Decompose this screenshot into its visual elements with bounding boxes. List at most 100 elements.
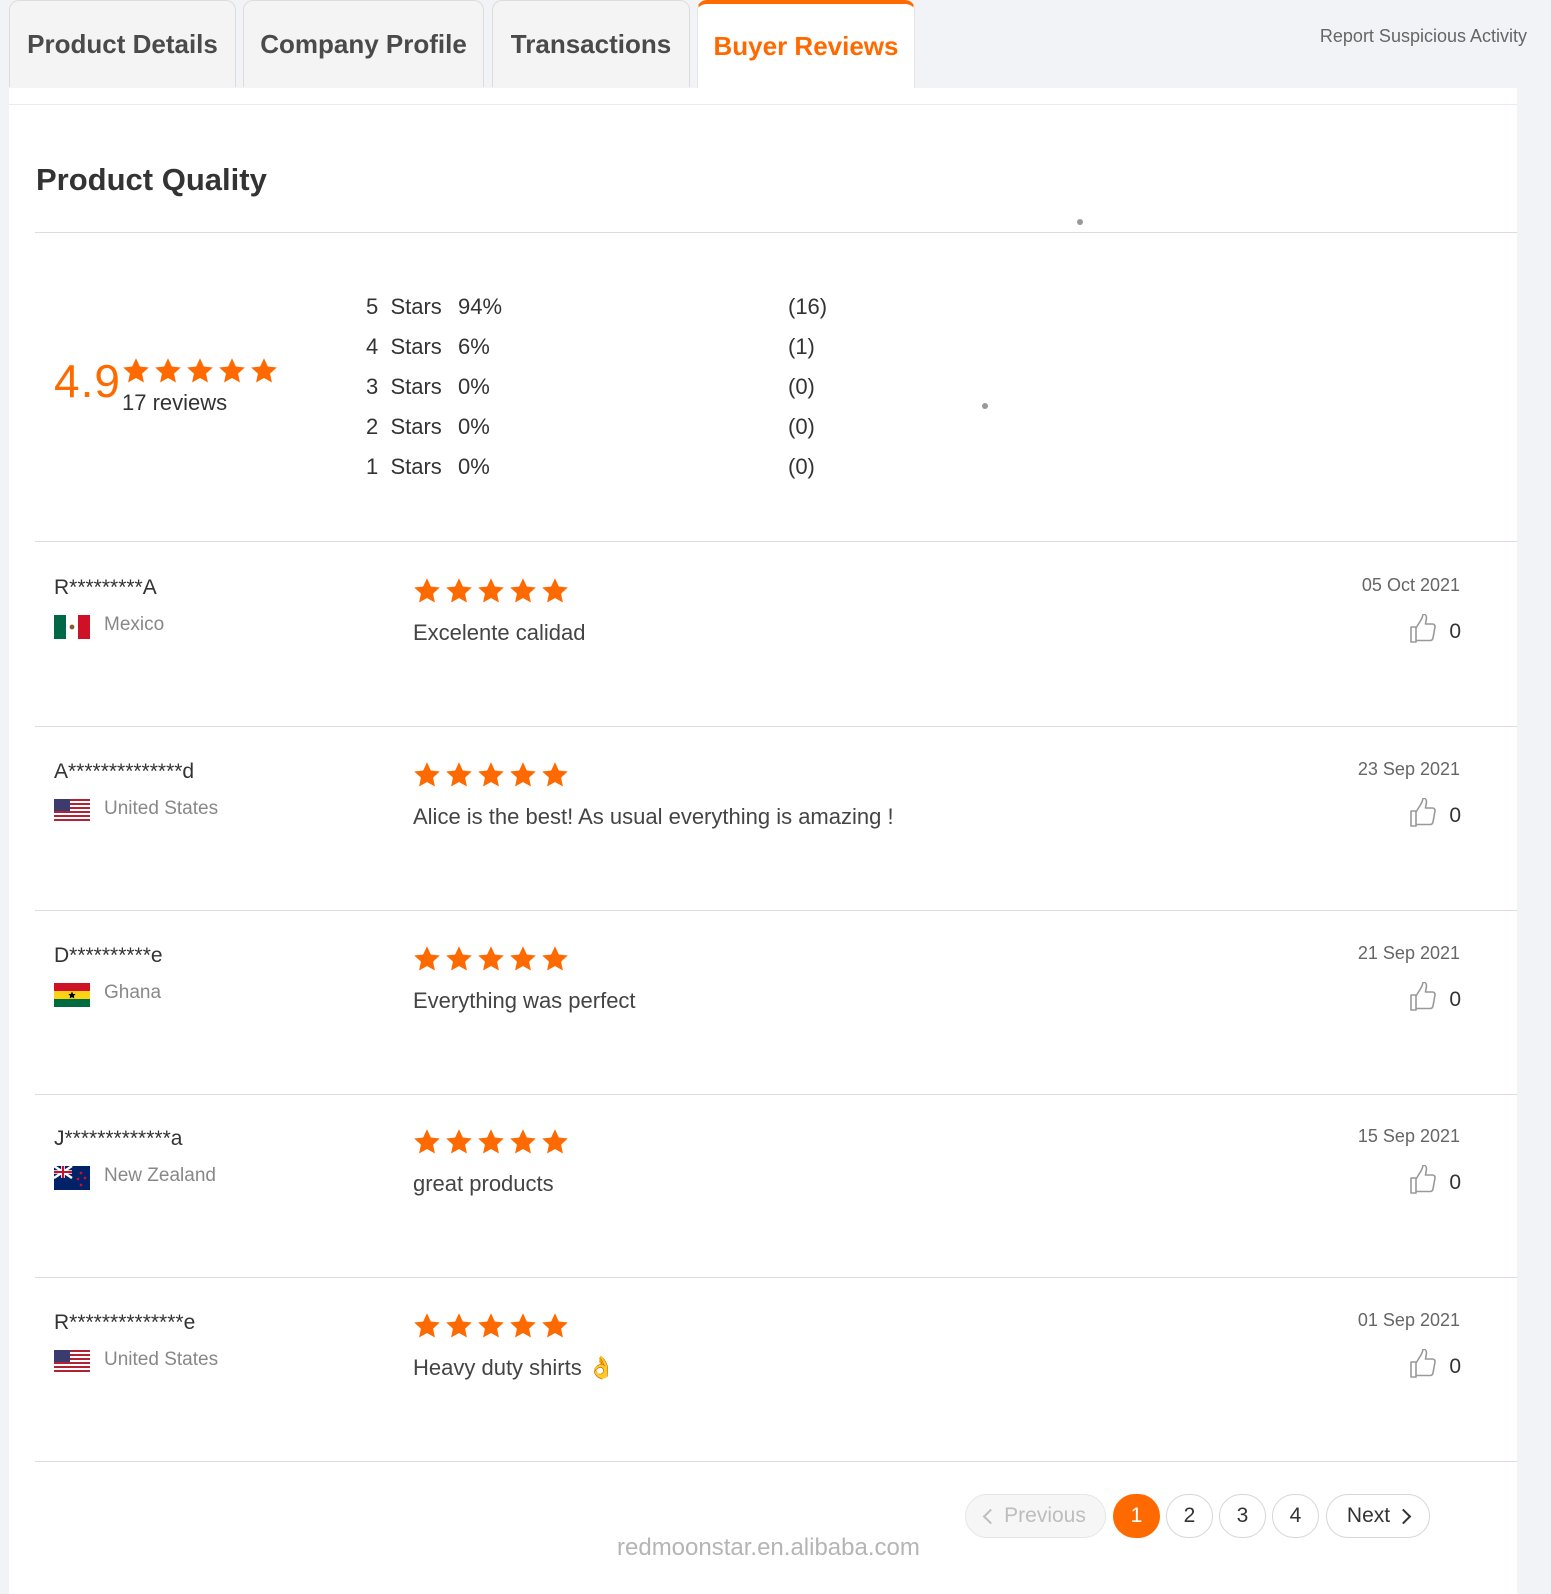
star-icon [508, 1311, 538, 1346]
star-icon [476, 944, 506, 979]
average-rating: 4.9 [54, 355, 121, 407]
usa-flag-icon [54, 799, 90, 823]
thumbs-up-icon [1409, 1348, 1437, 1385]
tab-label: Company Profile [260, 28, 467, 59]
report-suspicious-activity-link[interactable]: Report Suspicious Activity [1320, 26, 1527, 47]
review-date: 05 Oct 2021 [1361, 575, 1460, 595]
next-page-button[interactable]: Next [1326, 1494, 1430, 1538]
helpful-count: 0 [1449, 988, 1461, 1011]
rating-percent: 0% [458, 454, 490, 479]
review-comment: Everything was perfect [413, 988, 636, 1013]
rating-percent: 0% [458, 374, 490, 399]
rating-count: (0) [788, 374, 815, 399]
star-icon [476, 576, 506, 611]
thumbs-up-icon [1409, 981, 1437, 1018]
star-icon [508, 944, 538, 979]
page-number: 1 [1130, 1504, 1143, 1527]
page-number: 4 [1289, 1504, 1302, 1527]
helpful-button[interactable]: 0 [1409, 1164, 1461, 1201]
rating-distribution-row: 3 Stars 0% (0) [366, 368, 866, 408]
star-icon [476, 760, 506, 795]
helpful-button[interactable]: 0 [1409, 797, 1461, 834]
review-date: 01 Sep 2021 [1357, 1310, 1460, 1330]
next-label: Next [1346, 1504, 1391, 1527]
loading-dot [1077, 219, 1083, 225]
tab-label: Product Details [27, 28, 218, 59]
star-icon [153, 356, 183, 391]
review-date: 23 Sep 2021 [1357, 759, 1460, 779]
mexico-flag-icon [54, 615, 90, 639]
star-icon [540, 1311, 570, 1346]
rating-level-label: 1 Stars [366, 454, 442, 479]
star-icon [540, 944, 570, 979]
star-icon [508, 760, 538, 795]
rating-percent: 0% [458, 414, 490, 439]
star-icon [540, 1127, 570, 1162]
review-stars [412, 944, 570, 979]
star-icon [508, 1127, 538, 1162]
thumbs-up-icon [1409, 797, 1437, 834]
thumbs-up-icon [1409, 1164, 1437, 1201]
rating-distribution-row: 5 Stars 94% (16) [366, 288, 866, 328]
tab-bar: Product Details Company Profile Transact… [0, 0, 1551, 88]
review-item: D**********e Ghana Everything was perfect 2… [35, 910, 1517, 1094]
page-2-button[interactable]: 2 [1166, 1494, 1213, 1538]
star-icon [412, 760, 442, 795]
helpful-count: 0 [1449, 1171, 1461, 1194]
star-icon [508, 576, 538, 611]
review-comment: Alice is the best! As usual everything i… [413, 804, 894, 829]
review-comment: Excelente calidad [413, 620, 586, 645]
reviewer-country: United States [104, 798, 219, 819]
star-icon [217, 356, 247, 391]
tab-company-profile[interactable]: Company Profile [243, 0, 484, 87]
review-stars [412, 760, 570, 795]
rating-percent: 6% [458, 334, 490, 359]
tab-label: Transactions [510, 28, 672, 59]
review-stars [412, 1127, 570, 1162]
page-3-button[interactable]: 3 [1219, 1494, 1266, 1538]
star-icon [540, 760, 570, 795]
star-icon [444, 1127, 474, 1162]
helpful-count: 0 [1449, 1355, 1461, 1378]
rating-level-label: 3 Stars [366, 374, 442, 399]
review-comment: Heavy duty shirts 👌 [413, 1355, 616, 1380]
reviewer-country: Mexico [104, 614, 165, 635]
star-icon [444, 1311, 474, 1346]
page-1-button[interactable]: 1 [1113, 1494, 1160, 1538]
page-number: 2 [1183, 1504, 1196, 1527]
rating-level-label: 4 Stars [366, 334, 442, 359]
divider [35, 232, 1517, 233]
tab-transactions[interactable]: Transactions [492, 0, 690, 87]
review-stars [412, 1311, 570, 1346]
star-icon [249, 356, 279, 391]
rating-level-label: 2 Stars [366, 414, 442, 439]
star-icon [412, 944, 442, 979]
chevron-right-icon [1395, 1508, 1412, 1524]
reviewer-name: R**************e [54, 1311, 196, 1334]
star-icon [444, 760, 474, 795]
review-count: 17 reviews [122, 390, 228, 415]
page-4-button[interactable]: 4 [1272, 1494, 1319, 1538]
tab-buyer-reviews[interactable]: Buyer Reviews [697, 0, 915, 88]
rating-distribution-row: 4 Stars 6% (1) [366, 328, 866, 368]
helpful-button[interactable]: 0 [1409, 1348, 1461, 1385]
tab-product-details[interactable]: Product Details [9, 0, 236, 87]
rating-count: (0) [788, 414, 815, 439]
helpful-count: 0 [1449, 620, 1461, 643]
rating-count: (0) [788, 454, 815, 479]
review-comment: great products [413, 1171, 554, 1196]
review-item: R*********A Mexico Excelente calidad 05 Oct… [35, 542, 1517, 726]
star-icon [412, 576, 442, 611]
rating-count: (1) [788, 334, 815, 359]
previous-page-button[interactable]: Previous [965, 1494, 1106, 1538]
star-icon [412, 1127, 442, 1162]
star-icon [476, 1127, 506, 1162]
rating-level-label: 5 Stars [366, 294, 442, 319]
watermark-domain: redmoonstar.en.alibaba.com [617, 1534, 920, 1561]
reviewer-name: R*********A [54, 576, 157, 599]
helpful-button[interactable]: 0 [1409, 613, 1461, 650]
reviews-panel: Product Quality 4.9 17 reviews 5 Stars 94… [9, 88, 1517, 1594]
helpful-button[interactable]: 0 [1409, 981, 1461, 1018]
ghana-flag-icon [54, 983, 90, 1007]
star-icon [185, 356, 215, 391]
